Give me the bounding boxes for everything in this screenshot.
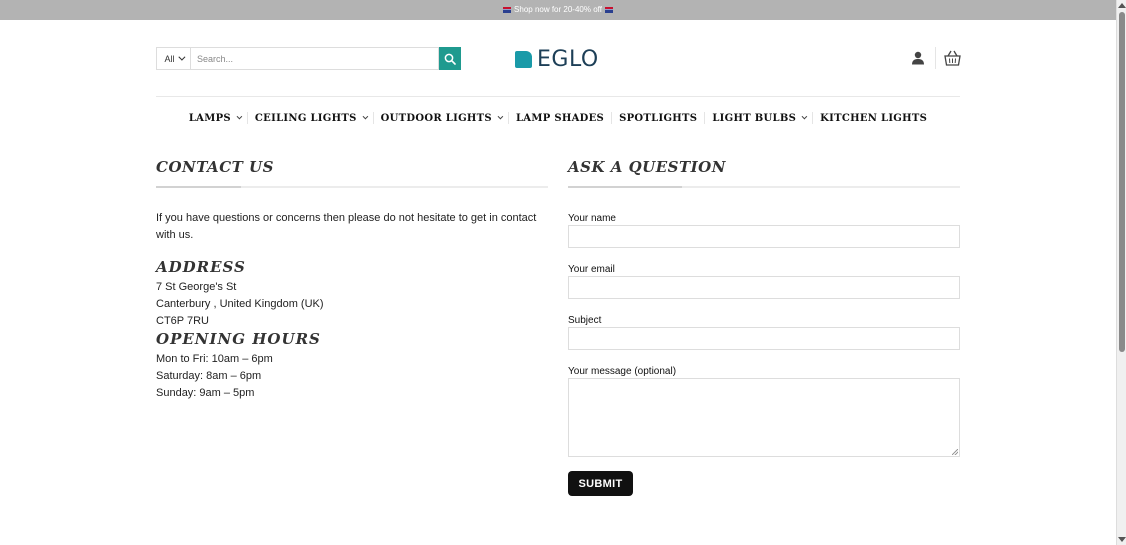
header-divider-line [156,96,960,97]
cart-icon[interactable] [944,50,961,66]
title-underline [568,186,960,188]
logo-text: EGLO [537,47,599,72]
submit-button[interactable]: SUBMIT [568,471,633,496]
scroll-up-icon[interactable] [1118,3,1126,8]
nav-item-label: SPOTLIGHTS [619,112,698,124]
address-line: 7 St George's St [156,281,237,293]
nav-item-outdoor-lights[interactable]: OUTDOOR LIGHTS [374,113,508,124]
address-block: 7 St George's St Canterbury , United Kin… [156,279,548,330]
nav-item-label: LAMP SHADES [515,112,605,124]
nav-item-label: KITCHEN LIGHTS [820,112,928,124]
logo-mark [515,51,532,68]
question-form: ASK A QUESTION Your name Your email Subj… [568,158,960,457]
address-line: CT6P 7RU [156,315,209,327]
nav-item-light-bulbs[interactable]: LIGHT BULBS [705,113,812,124]
nav-item-kitchen-lights[interactable]: KITCHEN LIGHTS [813,113,934,124]
hours-line: Mon to Fri: 10am – 6pm [156,353,273,365]
category-select-value: All [164,53,175,64]
nav-item-lamps[interactable]: LAMPS [182,113,247,124]
contact-title: CONTACT US [156,158,274,176]
scrollbar[interactable] [1116,0,1126,545]
user-icon[interactable] [911,51,925,65]
search-icon [444,53,456,65]
contact-section: CONTACT US If you have questions or conc… [156,158,548,402]
search-bar: All [156,47,461,70]
category-select[interactable]: All [156,47,190,70]
nav-item-spotlights[interactable]: SPOTLIGHTS [612,113,704,124]
search-input[interactable] [190,47,439,70]
nav-item-label: LIGHT BULBS [712,112,797,124]
nav-item-label: OUTDOOR LIGHTS [380,112,492,124]
header-divider [935,47,936,69]
address-title: ADDRESS [156,258,246,276]
chevron-down-icon [497,113,504,120]
hours-title: OPENING HOURS [156,330,321,348]
hours-line: Sunday: 9am – 5pm [156,387,255,399]
address-line: Canterbury , United Kingdom (UK) [156,298,324,310]
promo-text: Shop now for 20-40% off [514,5,602,14]
hours-block: Mon to Fri: 10am – 6pm Saturday: 8am – 6… [156,351,548,402]
search-button[interactable] [439,47,461,70]
nav-item-ceiling-lights[interactable]: CEILING LIGHTS [248,113,373,124]
hours-line: Saturday: 8am – 6pm [156,370,262,382]
email-field[interactable] [568,276,960,299]
nav-item-lamp-shades[interactable]: LAMP SHADES [509,113,611,124]
chevron-down-icon [362,113,368,120]
chevron-down-icon [801,113,808,120]
name-field[interactable] [568,225,960,248]
subject-field[interactable] [568,327,960,350]
contact-intro: If you have questions or concerns then p… [156,212,537,241]
message-field[interactable] [568,378,960,457]
flag-icon [503,6,512,13]
scrollbar-thumb[interactable] [1119,12,1125,352]
resize-handle-icon[interactable] [952,449,958,455]
title-underline [156,186,548,188]
site-logo[interactable]: EGLO [515,47,599,72]
nav-item-label: LAMPS [188,112,231,124]
scroll-down-icon[interactable] [1118,537,1126,542]
chevron-down-icon [177,53,185,61]
promo-bar[interactable]: Shop now for 20-40% off [0,0,1116,20]
main-nav: LAMPS CEILING LIGHTS OUTDOOR LIGHTS LAMP… [156,112,960,124]
form-title: ASK A QUESTION [568,158,726,176]
flag-icon [604,6,613,13]
nav-item-label: CEILING LIGHTS [254,112,357,124]
chevron-down-icon [236,113,243,120]
